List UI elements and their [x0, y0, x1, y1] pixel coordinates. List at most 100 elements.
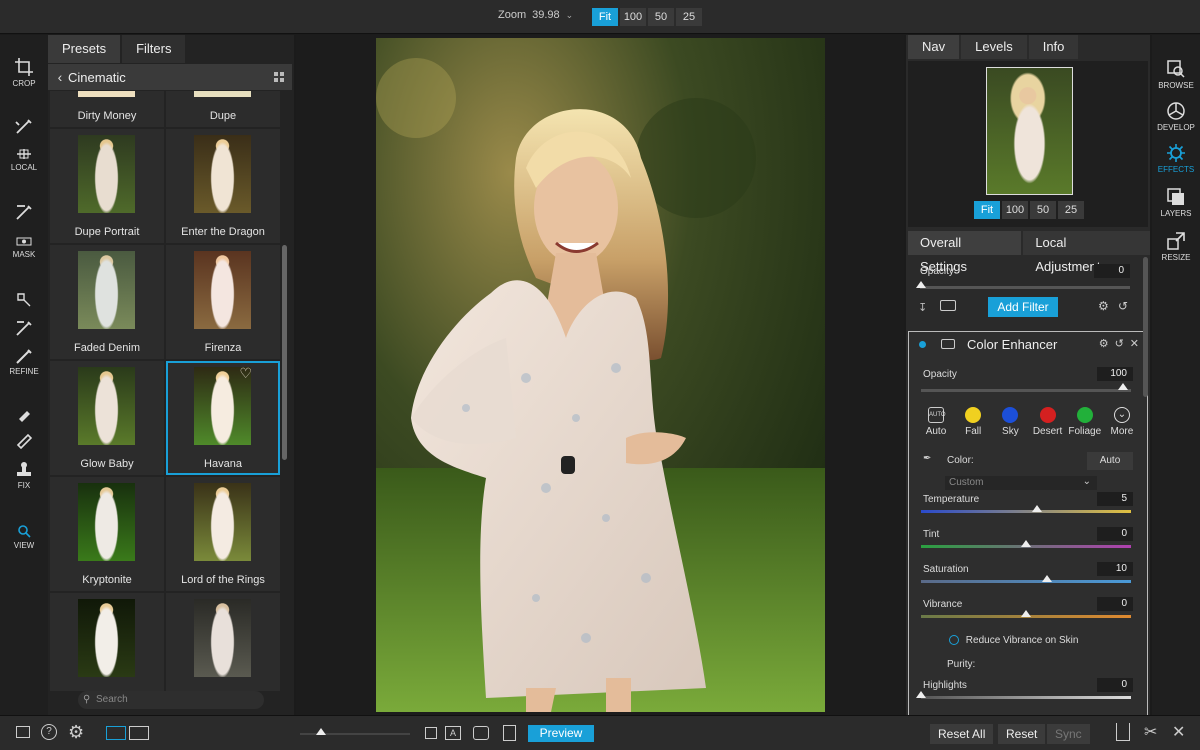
zoom-100-button[interactable]: 100 — [620, 8, 646, 26]
color-mode-select[interactable]: Custom ⌄ — [945, 476, 1097, 490]
filter-opacity-slider[interactable] — [921, 389, 1131, 392]
preset-card[interactable]: Glow Baby — [50, 361, 164, 475]
slider-value-field[interactable]: 0 — [1097, 597, 1133, 611]
share-icon[interactable] — [1116, 723, 1130, 741]
module-browse[interactable]: BROWSE — [1152, 59, 1200, 90]
panel-toggle-icon[interactable] — [16, 726, 30, 738]
module-effects[interactable]: EFFECTS — [1152, 143, 1200, 174]
tool-view[interactable]: VIEW — [0, 523, 48, 550]
tool-heal[interactable] — [0, 433, 48, 451]
compare-view-icon[interactable] — [129, 726, 149, 740]
reset-icon[interactable]: ↺ — [1118, 299, 1128, 313]
nav-zoom-50-button[interactable]: 50 — [1030, 201, 1056, 219]
preset-card-selected[interactable]: ♡ Havana — [166, 361, 280, 475]
slider-thumb[interactable] — [1042, 575, 1052, 582]
preset-card[interactable]: Dupe Portrait — [50, 129, 164, 243]
reset-all-button[interactable]: Reset All — [930, 724, 994, 744]
vignette-icon[interactable] — [473, 726, 489, 740]
tab-presets[interactable]: Presets — [48, 35, 121, 63]
preset-desert[interactable]: Desert — [1031, 407, 1065, 437]
mask-icon[interactable] — [941, 339, 955, 349]
reset-button[interactable]: Reset — [998, 724, 1046, 744]
slider-track-temperature[interactable] — [921, 510, 1131, 513]
main-photo[interactable] — [376, 38, 825, 712]
scissors-icon[interactable]: ✂ — [1144, 722, 1157, 742]
slider-thumb[interactable] — [1118, 383, 1128, 390]
tool-eraser[interactable] — [0, 407, 48, 425]
module-resize[interactable]: RESIZE — [1152, 231, 1200, 262]
tool-fix[interactable]: FIX — [0, 461, 48, 490]
slider-thumb[interactable] — [1021, 610, 1031, 617]
slider-thumb[interactable] — [916, 281, 926, 288]
gear-icon[interactable]: ⚙ — [1099, 337, 1109, 350]
reduce-vibrance-toggle[interactable]: Reduce Vibrance on Skin — [949, 635, 1078, 646]
preview-button[interactable]: Preview — [528, 725, 594, 742]
module-layers[interactable]: LAYERS — [1152, 187, 1200, 218]
sync-button[interactable]: Sync — [1047, 724, 1090, 744]
chevron-left-icon[interactable]: ‹ — [52, 69, 68, 85]
tab-filters[interactable]: Filters — [122, 35, 186, 63]
zoom-fit-button[interactable]: Fit — [592, 8, 618, 26]
filter-header[interactable]: Color Enhancer ⚙ ↺ ✕ — [909, 332, 1147, 356]
preset-more[interactable]: ⌄ More — [1105, 407, 1139, 437]
preset-card[interactable]: Dirty Money — [50, 91, 164, 127]
preset-card[interactable] — [166, 593, 280, 691]
presets-scrollbar[interactable] — [282, 245, 287, 460]
image-canvas[interactable] — [296, 35, 904, 715]
nav-zoom-25-button[interactable]: 25 — [1058, 201, 1084, 219]
tool-local[interactable]: LOCAL — [0, 147, 48, 172]
preset-sky[interactable]: Sky — [993, 407, 1027, 437]
overall-opacity-slider[interactable] — [920, 286, 1130, 289]
tab-info[interactable]: Info — [1028, 35, 1079, 59]
preset-card[interactable]: Enter the Dragon — [166, 129, 280, 243]
tool-brush[interactable] — [0, 117, 48, 137]
opacity-value-field[interactable]: 100 — [1097, 367, 1133, 381]
mask-view-icon[interactable] — [425, 727, 437, 739]
close-icon[interactable]: ✕ — [1172, 722, 1185, 742]
text-overlay-icon[interactable]: A — [445, 726, 461, 740]
tab-levels[interactable]: Levels — [961, 35, 1027, 59]
tool-refine[interactable]: REFINE — [0, 347, 48, 376]
slider-track-saturation[interactable] — [921, 580, 1131, 583]
export-icon[interactable]: ↧ — [918, 301, 927, 314]
tool-refine-brush[interactable] — [0, 319, 48, 339]
opacity-value-field[interactable]: 0 — [1094, 264, 1130, 278]
preset-card[interactable]: Kryptonite — [50, 477, 164, 591]
tab-local-adjustments[interactable]: Local Adjustments — [1023, 231, 1150, 274]
radio-icon[interactable] — [949, 635, 959, 645]
preset-foliage[interactable]: Foliage — [1068, 407, 1102, 437]
tool-refine-select[interactable] — [0, 291, 48, 311]
gear-icon[interactable]: ⚙ — [68, 722, 84, 743]
heart-icon[interactable]: ♡ — [239, 365, 252, 382]
module-develop[interactable]: DEVELOP — [1152, 101, 1200, 132]
tool-mask-brush[interactable] — [0, 203, 48, 223]
slider-thumb[interactable] — [1031, 505, 1042, 512]
add-filter-button[interactable]: Add Filter — [988, 297, 1058, 317]
tool-crop[interactable]: CROP — [0, 57, 48, 88]
slider-value-field[interactable]: 5 — [1097, 492, 1133, 506]
filter-toggle-icon[interactable] — [919, 341, 926, 348]
right-panel-scrollbar[interactable] — [1143, 257, 1148, 397]
preset-card[interactable]: Faded Denim — [50, 245, 164, 359]
tab-nav[interactable]: Nav — [908, 35, 960, 59]
gear-icon[interactable]: ⚙ — [1098, 299, 1109, 313]
preset-search-input[interactable]: ⚲ Search — [78, 691, 264, 709]
eyedropper-icon[interactable]: ✒ — [923, 453, 931, 464]
close-icon[interactable]: ✕ — [1130, 337, 1139, 350]
color-auto-button[interactable]: Auto — [1087, 452, 1133, 470]
preset-card[interactable]: Dupe — [166, 91, 280, 127]
highlights-value-field[interactable]: 0 — [1097, 678, 1133, 692]
preset-fall[interactable]: Fall — [956, 407, 990, 437]
preset-card[interactable] — [50, 593, 164, 691]
preset-auto[interactable]: AUTO Auto — [919, 407, 953, 437]
preset-card[interactable]: Firenza — [166, 245, 280, 359]
tool-mask[interactable]: MASK — [0, 234, 48, 259]
highlights-slider[interactable] — [921, 696, 1131, 699]
reset-icon[interactable]: ↺ — [1115, 337, 1124, 350]
slider-thumb[interactable] — [1021, 540, 1031, 547]
slider-thumb[interactable] — [316, 728, 326, 735]
nav-zoom-fit-button[interactable]: Fit — [974, 201, 1000, 219]
clipboard-icon[interactable] — [503, 725, 516, 741]
slider-value-field[interactable]: 0 — [1097, 527, 1133, 541]
help-icon[interactable]: ? — [41, 724, 57, 740]
